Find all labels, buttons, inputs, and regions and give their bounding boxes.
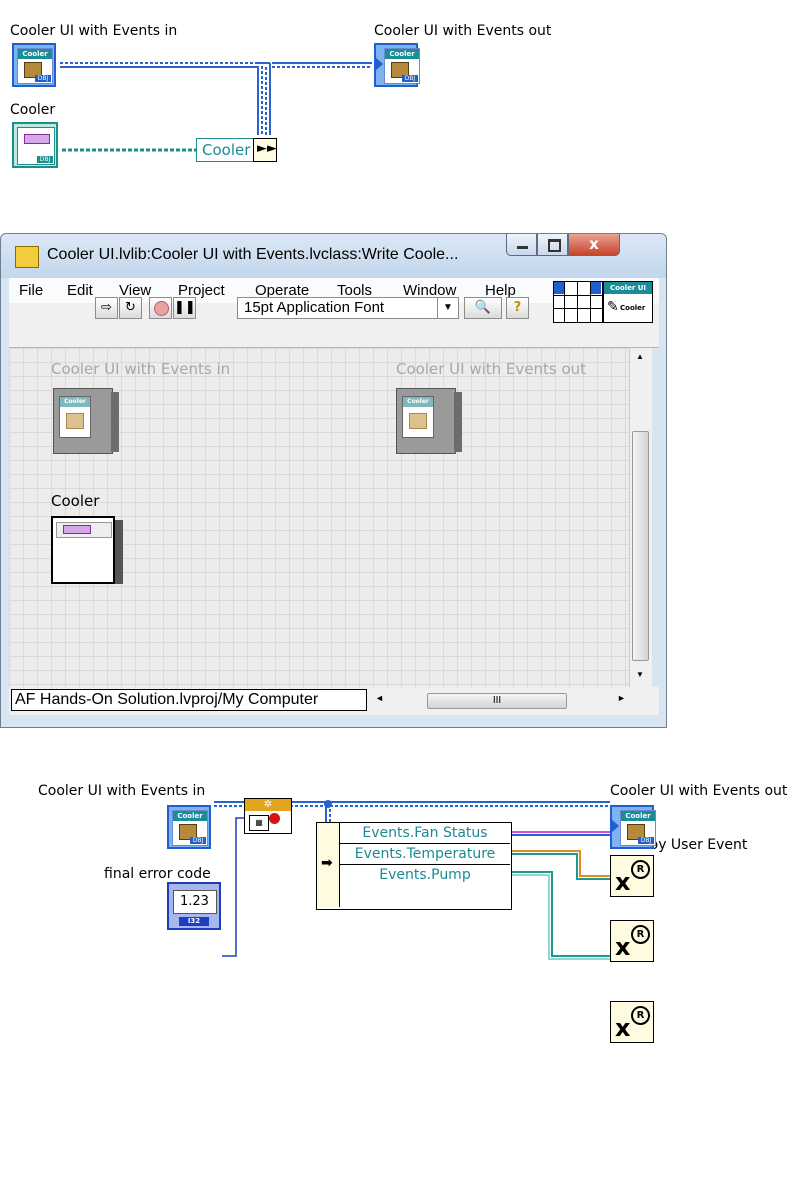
unbundle-field-pump[interactable]: Events.Pump [340, 865, 510, 886]
destroy-x-icon: x [615, 868, 631, 896]
gear-icon: ✲ [245, 799, 291, 811]
maximize-button[interactable] [537, 234, 568, 256]
help-icon: ? [513, 300, 522, 315]
abort-button[interactable] [149, 297, 172, 319]
cooler-terminal[interactable]: DBJ [12, 122, 58, 168]
title-bar[interactable]: Cooler UI.lvlib:Cooler UI with Events.lv… [1, 234, 666, 278]
fp-control-cooler[interactable] [51, 516, 123, 588]
destroy-user-event-temperature[interactable]: R x [610, 920, 654, 962]
scroll-left-icon[interactable]: ◄ [375, 693, 384, 703]
bundle-by-name-node[interactable]: ►► [253, 138, 277, 162]
font-selector[interactable]: 15pt Application Font ▼ [237, 297, 459, 319]
bundle-field-cooler[interactable]: Cooler [196, 138, 254, 162]
cooler-class-icon [24, 134, 50, 144]
cooler-ui-out-terminal-2[interactable]: Cooler UI DBJ [610, 805, 656, 849]
destroy-user-event-pump[interactable]: R x [610, 1001, 654, 1043]
fp-label-out: Cooler UI with Events out [396, 360, 587, 378]
menu-file[interactable]: File [19, 282, 43, 299]
run-continuously-button[interactable]: ↻ [119, 297, 142, 319]
destroy-x-icon: x [615, 933, 631, 961]
cooler-ui-out-terminal[interactable]: Cooler UI DBJ [374, 43, 420, 87]
connector-pane[interactable] [553, 281, 603, 323]
unbundle-field-fan-status[interactable]: Events.Fan Status [340, 823, 510, 844]
toolbar: ⇨ ↻ ❚❚ 15pt Application Font ▼ 🔍 ? Coole… [9, 281, 659, 348]
search-icon: 🔍 [474, 300, 492, 315]
event-icon: R [631, 925, 650, 944]
scroll-right-icon[interactable]: ► [617, 693, 626, 703]
pencil-icon: ✎ [607, 298, 619, 314]
minimize-button[interactable] [506, 234, 537, 256]
horizontal-scroll-thumb[interactable]: III [427, 693, 567, 709]
project-context: AF Hands-On Solution.lvproj/My Computer [11, 689, 367, 711]
scroll-down-icon[interactable]: ▼ [636, 670, 644, 679]
maximize-icon [548, 239, 561, 252]
chevron-down-icon: ▼ [437, 298, 458, 318]
status-bar: AF Hands-On Solution.lvproj/My Computer … [9, 687, 659, 715]
vertical-scrollbar[interactable]: ▲ ▼ [629, 348, 652, 687]
destroy-user-event-fan[interactable]: R x [610, 855, 654, 897]
vi-window-icon [15, 246, 39, 268]
search-button[interactable]: 🔍 [464, 297, 502, 319]
menu-edit[interactable]: Edit [67, 282, 93, 299]
close-icon: x [589, 235, 599, 253]
cooler-ui-in-terminal-2[interactable]: Cooler UI DBJ [167, 805, 211, 849]
destroy-x-icon: x [615, 1014, 631, 1042]
fp-control-cooler-ui-in[interactable]: Cooler UI [53, 388, 119, 454]
vi-icon[interactable]: Cooler UI Cooler ✎ [603, 281, 653, 323]
unbundle-field-temperature[interactable]: Events.Temperature [340, 844, 510, 865]
run-button[interactable]: ⇨ [95, 297, 118, 319]
wire-junction [324, 800, 332, 808]
abort-stop-icon [154, 301, 169, 316]
front-panel-canvas[interactable]: Cooler UI with Events in Cooler UI with … [9, 348, 629, 687]
event-icon: R [631, 1006, 650, 1025]
cooler-class-icon [63, 525, 91, 534]
pause-button[interactable]: ❚❚ [173, 297, 196, 319]
error-icon [269, 813, 280, 824]
write-error-subvi[interactable]: ✲ ▦ [244, 798, 292, 834]
class-cube-icon [66, 413, 84, 429]
window-title: Cooler UI.lvlib:Cooler UI with Events.lv… [47, 246, 459, 263]
fp-label-cooler: Cooler [51, 492, 100, 510]
vertical-scroll-thumb[interactable] [632, 431, 649, 661]
vi-front-panel-window: Cooler UI.lvlib:Cooler UI with Events.lv… [0, 233, 667, 728]
class-cube-icon [409, 413, 427, 429]
cooler-ui-in-terminal[interactable]: Cooler UI DBJ [12, 43, 56, 87]
horizontal-scrollbar[interactable]: ◄ III ► [371, 691, 651, 711]
scroll-up-icon[interactable]: ▲ [636, 352, 644, 361]
fp-label-in: Cooler UI with Events in [51, 360, 231, 378]
unbundle-by-name-node[interactable]: ➡ Events.Fan Status Events.Temperature E… [316, 822, 512, 910]
pause-icon: ❚❚ [174, 300, 196, 315]
minimize-icon [517, 246, 528, 249]
final-error-code-control[interactable]: 1.23 I32 [167, 882, 221, 930]
run-continuously-icon: ↻ [125, 300, 136, 315]
top-wires [60, 62, 372, 152]
event-icon: R [631, 860, 650, 879]
fp-indicator-cooler-ui-out[interactable]: Cooler UI [396, 388, 462, 454]
unbundle-arrow-icon: ➡ [321, 855, 333, 871]
context-help-button[interactable]: ? [506, 297, 529, 319]
cluster-icon: ▦ [249, 815, 269, 831]
bundle-arrow-icon: ►► [257, 141, 277, 156]
run-arrow-icon: ⇨ [101, 300, 112, 315]
close-button[interactable]: x [568, 234, 620, 256]
